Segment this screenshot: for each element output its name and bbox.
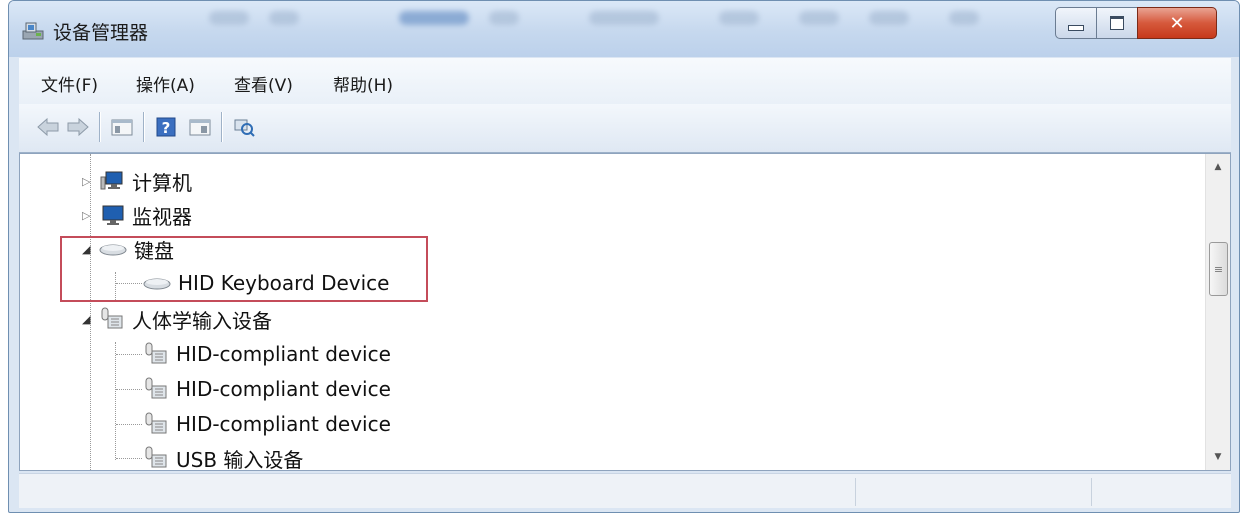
- maximize-button[interactable]: [1096, 7, 1138, 39]
- device-tree-view[interactable]: ▷ 计算机 ▷ 监视器 ◢ 键盘 HID Keyboard Device ◢ 人…: [19, 153, 1231, 471]
- minimize-button[interactable]: [1055, 7, 1097, 39]
- hid-device-icon: [101, 307, 123, 329]
- close-icon: ✕: [1169, 12, 1185, 34]
- expand-arrow-icon[interactable]: ▷: [82, 209, 94, 222]
- tree-node-label: HID-compliant device: [176, 342, 391, 366]
- minimize-icon: [1068, 25, 1084, 31]
- title-bar[interactable]: 设备管理器 ✕: [9, 1, 1239, 57]
- menu-action[interactable]: 操作(A): [136, 71, 195, 96]
- tree-node-hid-compliant-device[interactable]: HID-compliant device: [142, 337, 391, 371]
- hid-device-icon: [145, 412, 167, 434]
- device-manager-icon: [22, 22, 44, 40]
- console-tree-button[interactable]: [109, 114, 135, 140]
- collapse-arrow-icon[interactable]: ◢: [82, 313, 94, 326]
- back-button[interactable]: [35, 114, 61, 140]
- hid-device-icon: [145, 377, 167, 399]
- hid-device-icon: [145, 342, 167, 364]
- status-bar: [19, 473, 1231, 508]
- menu-view[interactable]: 查看(V): [234, 71, 293, 96]
- tree-node-label: 人体学输入设备: [132, 308, 272, 333]
- show-hide-console-tree-icon: [111, 119, 133, 136]
- svg-text:?: ?: [162, 119, 171, 137]
- scroll-up-arrow-icon[interactable]: ▲: [1206, 156, 1230, 178]
- tree-node-hid-compliant-device[interactable]: HID-compliant device: [142, 372, 391, 406]
- tree-node-label: HID-compliant device: [176, 377, 391, 401]
- forward-button[interactable]: [65, 114, 91, 140]
- help-button[interactable]: ?: [153, 114, 179, 140]
- scroll-down-arrow-icon[interactable]: ▼: [1206, 446, 1230, 468]
- tree-node-label: 计算机: [132, 170, 192, 195]
- menu-bar: 文件(F) 操作(A) 查看(V) 帮助(H): [19, 58, 1231, 105]
- computer-icon: [100, 171, 123, 190]
- highlight-annotation-box: [60, 236, 428, 302]
- close-button[interactable]: ✕: [1137, 7, 1217, 39]
- menu-file[interactable]: 文件(F): [41, 71, 98, 96]
- device-manager-window: 设备管理器 ✕ 文件(F) 操作(A) 查看(V) 帮助(H) ? ▷ 计算机 …: [8, 0, 1240, 513]
- monitor-icon: [102, 205, 124, 225]
- scan-hardware-button[interactable]: [231, 114, 257, 140]
- back-arrow-icon: [37, 117, 59, 137]
- help-icon: ?: [156, 117, 176, 137]
- window-title: 设备管理器: [53, 22, 149, 44]
- tree-node-label: HID-compliant device: [176, 412, 391, 436]
- scan-hardware-changes-icon: [234, 119, 255, 137]
- forward-arrow-icon: [67, 117, 89, 137]
- tree-node-monitor[interactable]: ▷ 监视器: [82, 198, 192, 232]
- scrollbar-thumb[interactable]: ≡: [1209, 242, 1228, 296]
- tree-node-human-interface-devices[interactable]: ◢ 人体学输入设备: [82, 302, 272, 336]
- hid-device-icon: [145, 446, 167, 468]
- tree-node-label: 监视器: [132, 204, 192, 229]
- vertical-scrollbar[interactable]: ▲ ≡ ▼: [1205, 154, 1230, 470]
- toolbar: ?: [19, 104, 1231, 153]
- menu-help[interactable]: 帮助(H): [333, 71, 393, 96]
- tree-node-hid-compliant-device[interactable]: HID-compliant device: [142, 407, 391, 441]
- tree-node-label: USB 输入设备: [176, 447, 304, 471]
- properties-icon: [189, 119, 211, 136]
- tree-node-computer[interactable]: ▷ 计算机: [82, 164, 192, 198]
- properties-button[interactable]: [187, 114, 213, 140]
- maximize-icon: [1110, 16, 1124, 30]
- tree-node-usb-input-device[interactable]: USB 输入设备: [142, 441, 304, 471]
- expand-arrow-icon[interactable]: ▷: [82, 175, 94, 188]
